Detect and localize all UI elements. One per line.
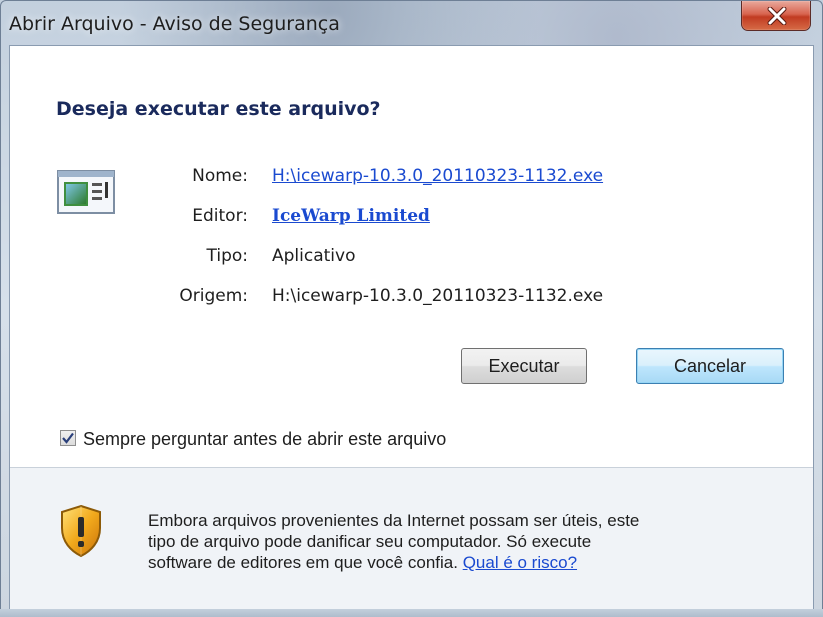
type-label: Tipo: bbox=[206, 246, 248, 266]
always-ask-label[interactable]: Sempre perguntar antes de abrir este arq… bbox=[83, 429, 446, 450]
dialog-body: Deseja executar este arquivo? Nome: H:\i… bbox=[9, 45, 814, 610]
run-button-label: Executar bbox=[488, 356, 560, 376]
type-value: Aplicativo bbox=[272, 246, 356, 266]
always-ask-checkbox[interactable] bbox=[60, 430, 76, 446]
window-title: Abrir Arquivo - Aviso de Segurança bbox=[9, 13, 340, 35]
close-button[interactable] bbox=[741, 1, 811, 31]
publisher-row: Editor: IceWarp Limited bbox=[10, 206, 813, 230]
from-row: Origem: H:\icewarp-10.3.0_20110323-1132.… bbox=[10, 286, 813, 310]
warning-line-3: software de editores em que você confia.… bbox=[148, 552, 788, 573]
type-row: Tipo: Aplicativo bbox=[10, 246, 813, 270]
publisher-label: Editor: bbox=[192, 206, 248, 226]
shield-warning-icon bbox=[61, 504, 101, 558]
warning-line-3-text: software de editores em que você confia. bbox=[148, 553, 458, 572]
name-label: Nome: bbox=[192, 166, 248, 186]
checkmark-icon bbox=[62, 432, 74, 444]
close-icon bbox=[767, 7, 787, 25]
publisher-link[interactable]: IceWarp Limited bbox=[272, 206, 430, 226]
title-bar[interactable]: Abrir Arquivo - Aviso de Segurança bbox=[1, 1, 822, 45]
cancel-button-label: Cancelar bbox=[673, 356, 747, 376]
cancel-button[interactable]: Cancelar bbox=[636, 348, 784, 384]
risk-link[interactable]: Qual é o risco? bbox=[463, 553, 577, 572]
name-link[interactable]: H:\icewarp-10.3.0_20110323-1132.exe bbox=[272, 166, 603, 186]
warning-message: Embora arquivos provenientes da Internet… bbox=[148, 510, 788, 573]
from-label: Origem: bbox=[179, 286, 248, 306]
run-button[interactable]: Executar bbox=[461, 348, 587, 384]
name-row: Nome: H:\icewarp-10.3.0_20110323-1132.ex… bbox=[10, 166, 813, 190]
dialog-heading: Deseja executar este arquivo? bbox=[56, 98, 381, 120]
window-bottom-edge bbox=[0, 609, 823, 617]
security-warning-dialog: Abrir Arquivo - Aviso de Segurança Desej… bbox=[0, 0, 823, 617]
from-value: H:\icewarp-10.3.0_20110323-1132.exe bbox=[272, 286, 604, 306]
warning-line-1: Embora arquivos provenientes da Internet… bbox=[148, 511, 640, 530]
warning-line-2: tipo de arquivo pode danificar seu compu… bbox=[148, 532, 592, 551]
